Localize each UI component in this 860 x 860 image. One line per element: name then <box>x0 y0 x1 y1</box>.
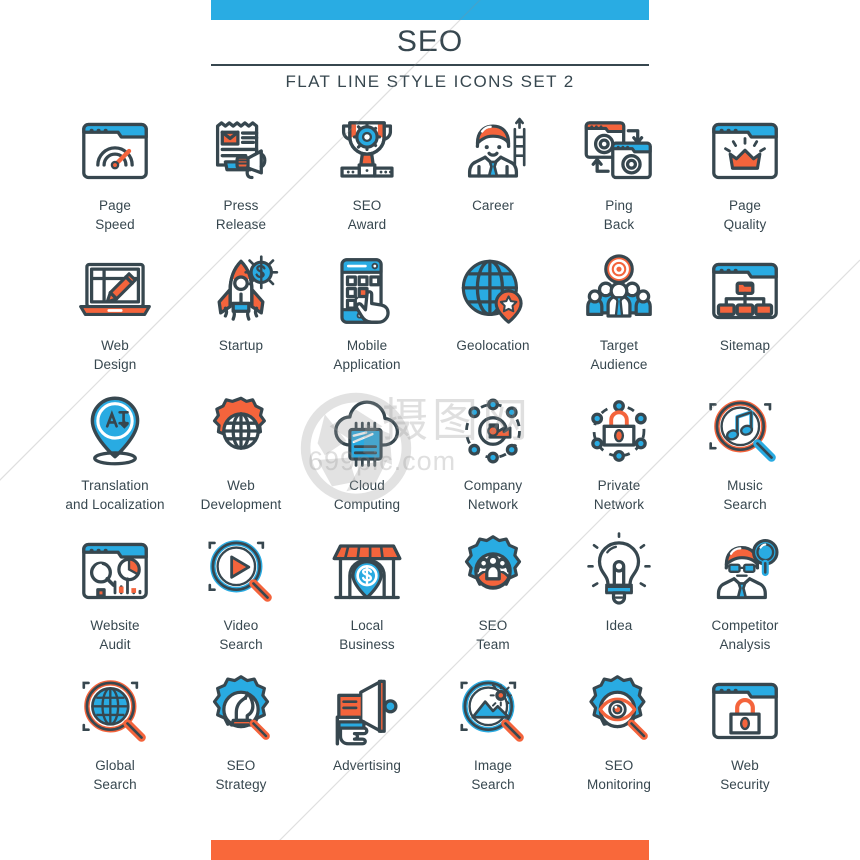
lightbulb-icon <box>580 532 658 610</box>
browser-crown-icon <box>706 112 784 190</box>
icon-label: Web Development <box>200 478 282 512</box>
man-magnifier-icon <box>706 532 784 610</box>
lock-network-icon <box>580 392 658 470</box>
icon-label: Cloud Computing <box>333 478 401 512</box>
icon-label: Competitor Analysis <box>711 618 779 652</box>
top-accent-bar <box>211 0 649 20</box>
icon-label: Global Search <box>93 758 137 792</box>
icon-cell-private-network[interactable]: Private Network <box>556 388 682 528</box>
icon-label: Image Search <box>471 758 515 792</box>
icon-cell-web-development[interactable]: Web Development <box>178 388 304 528</box>
page-title: SEO <box>396 25 464 58</box>
icon-label: Private Network <box>593 478 645 512</box>
icon-cell-career[interactable]: Career <box>430 108 556 248</box>
shop-pin-dollar-icon <box>328 532 406 610</box>
icon-label: Music Search <box>723 478 767 512</box>
icon-label: Career <box>472 198 514 213</box>
icon-label: Website Audit <box>90 618 140 652</box>
magnifier-globe-icon <box>76 672 154 750</box>
icon-label: Company Network <box>463 478 523 512</box>
icon-label: Target Audience <box>590 338 648 372</box>
icon-cell-sitemap[interactable]: Sitemap <box>682 248 808 388</box>
icon-cell-page-speed[interactable]: Page Speed <box>52 108 178 248</box>
icon-set-page: SEO FLAT LINE STYLE ICONS SET 2 Page Spe… <box>0 0 860 860</box>
icon-cell-startup[interactable]: Startup <box>178 248 304 388</box>
icon-label: Video Search <box>219 618 263 652</box>
pin-translate-icon <box>76 392 154 470</box>
icon-cell-geolocation[interactable]: Geolocation <box>430 248 556 388</box>
rocket-dollar-icon <box>202 252 280 330</box>
icon-cell-cloud-computing[interactable]: Cloud Computing <box>304 388 430 528</box>
icon-label: Web Security <box>720 758 770 792</box>
icon-cell-global-search[interactable]: Global Search <box>52 668 178 808</box>
icon-cell-advertising[interactable]: Advertising <box>304 668 430 808</box>
bottom-accent-bar <box>211 840 649 860</box>
icon-label: Advertising <box>333 758 401 773</box>
magnifier-note-icon <box>706 392 784 470</box>
icon-label: Ping Back <box>603 198 635 232</box>
globe-pin-icon <box>454 252 532 330</box>
laptop-pencil-icon <box>76 252 154 330</box>
magnifier-image-icon <box>454 672 532 750</box>
magnifier-play-icon <box>202 532 280 610</box>
people-target-icon <box>580 252 658 330</box>
gear-team-icon <box>454 532 532 610</box>
cloud-chip-icon <box>328 392 406 470</box>
speedometer-browser-icon <box>76 112 154 190</box>
icon-label: Startup <box>218 338 264 353</box>
smartphone-hand-icon <box>328 252 406 330</box>
browser-sitemap-icon <box>706 252 784 330</box>
icon-label: SEO Monitoring <box>586 758 652 792</box>
icon-cell-page-quality[interactable]: Page Quality <box>682 108 808 248</box>
icon-label: SEO Team <box>476 618 510 652</box>
icon-cell-seo-monitoring[interactable]: SEO Monitoring <box>556 668 682 808</box>
icon-label: Idea <box>605 618 633 633</box>
icon-cell-company-network[interactable]: Company Network <box>430 388 556 528</box>
icon-cell-seo-strategy[interactable]: SEO Strategy <box>178 668 304 808</box>
factory-network-icon <box>454 392 532 470</box>
trophy-gear-icon <box>328 112 406 190</box>
icon-label: Press Release <box>215 198 267 232</box>
icon-label: Page Quality <box>723 198 767 232</box>
icon-grid: Page Speed Press Release SEO Award Caree… <box>52 108 808 808</box>
gear-eye-magnifier-icon <box>580 672 658 750</box>
icon-cell-press-release[interactable]: Press Release <box>178 108 304 248</box>
icon-label: Local Business <box>339 618 395 652</box>
page-subtitle: FLAT LINE STYLE ICONS SET 2 <box>285 72 575 91</box>
businessman-ladder-icon <box>454 112 532 190</box>
icon-cell-music-search[interactable]: Music Search <box>682 388 808 528</box>
icon-cell-idea[interactable]: Idea <box>556 528 682 668</box>
newspaper-megaphone-icon <box>202 112 280 190</box>
header: SEO FLAT LINE STYLE ICONS SET 2 <box>211 22 649 98</box>
icon-label: SEO Strategy <box>215 758 267 792</box>
two-browsers-arrows-icon <box>580 112 658 190</box>
icon-cell-video-search[interactable]: Video Search <box>178 528 304 668</box>
icon-cell-seo-award[interactable]: SEO Award <box>304 108 430 248</box>
icon-cell-seo-team[interactable]: SEO Team <box>430 528 556 668</box>
icon-label: SEO Award <box>347 198 387 232</box>
icon-cell-local-business[interactable]: Local Business <box>304 528 430 668</box>
icon-cell-ping-back[interactable]: Ping Back <box>556 108 682 248</box>
icon-cell-image-search[interactable]: Image Search <box>430 668 556 808</box>
icon-label: Geolocation <box>456 338 530 353</box>
icon-label: Sitemap <box>719 338 771 353</box>
browser-lock-icon <box>706 672 784 750</box>
icon-cell-web-design[interactable]: Web Design <box>52 248 178 388</box>
icon-cell-target-audience[interactable]: Target Audience <box>556 248 682 388</box>
icon-cell-mobile-application[interactable]: Mobile Application <box>304 248 430 388</box>
gear-globe-icon <box>202 392 280 470</box>
icon-label: Web Design <box>93 338 137 372</box>
icon-cell-website-audit[interactable]: Website Audit <box>52 528 178 668</box>
gear-knight-magnifier-icon <box>202 672 280 750</box>
icon-label: Page Speed <box>95 198 135 232</box>
icon-label: Translation and Localization <box>65 478 165 512</box>
browser-charts-icon <box>76 532 154 610</box>
icon-cell-translation-localization[interactable]: Translation and Localization <box>52 388 178 528</box>
icon-cell-web-security[interactable]: Web Security <box>682 668 808 808</box>
hand-megaphone-icon <box>328 672 406 750</box>
icon-cell-competitor-analysis[interactable]: Competitor Analysis <box>682 528 808 668</box>
icon-label: Mobile Application <box>333 338 401 372</box>
